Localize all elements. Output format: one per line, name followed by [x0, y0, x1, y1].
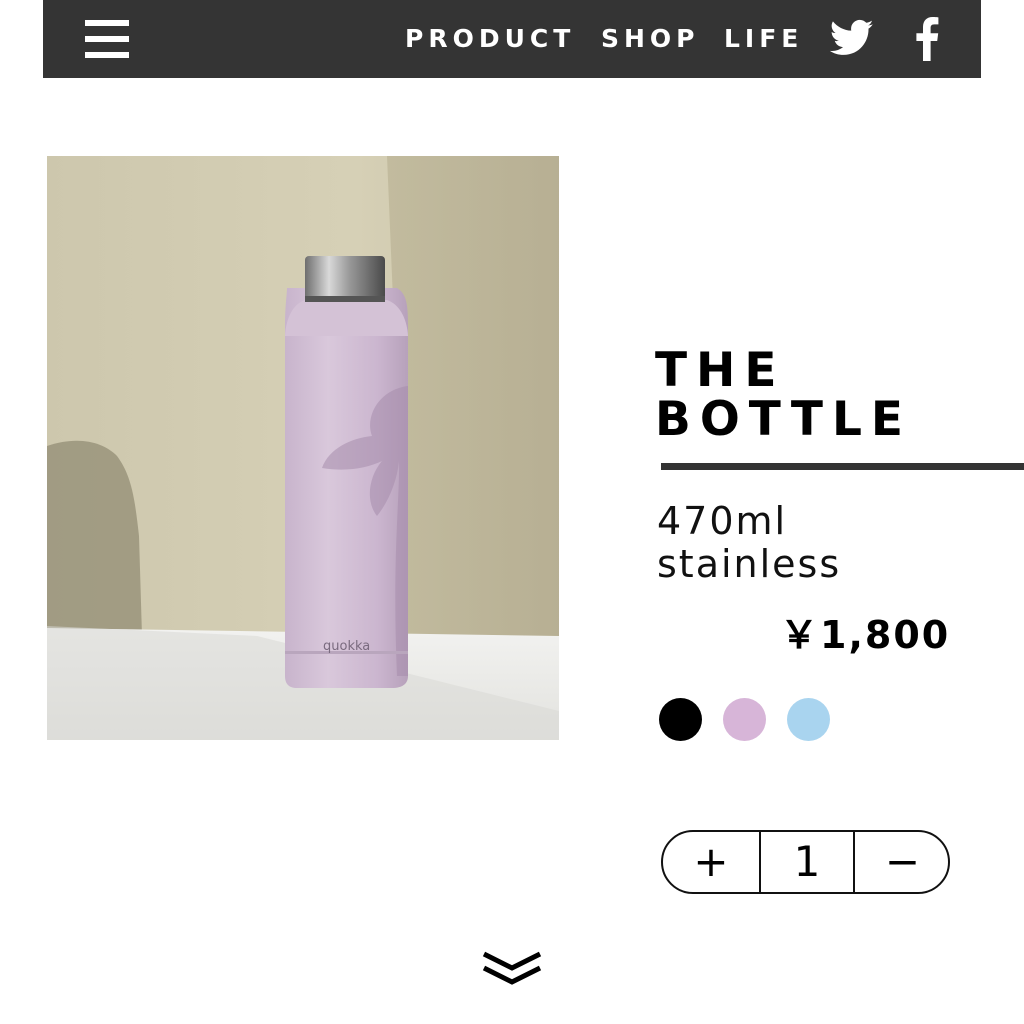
title-line-2: BOTTLE — [655, 392, 913, 447]
color-swatch-lavender[interactable] — [723, 698, 766, 741]
quantity-minus-button[interactable]: − — [855, 832, 948, 892]
quantity-plus-button[interactable]: + — [663, 832, 759, 892]
nav-shop[interactable]: SHOP — [601, 22, 700, 56]
bottle-brand-label: quokka — [323, 639, 370, 654]
double-chevron-down-icon[interactable] — [480, 948, 544, 988]
product-page: PRODUCT SHOP LIFE quokka THE BOTTLE 470m… — [0, 0, 1024, 1024]
quantity-stepper: + 1 − — [661, 830, 950, 894]
color-swatch-light-blue[interactable] — [787, 698, 830, 741]
product-material: stainless — [657, 542, 842, 586]
nav-product[interactable]: PRODUCT — [405, 22, 575, 56]
title-divider — [661, 463, 1024, 470]
title-line-1: THE — [655, 343, 786, 398]
product-description: 470ml stainless — [657, 500, 841, 586]
product-price: ￥1,800 — [780, 613, 951, 657]
product-photo: quokka — [47, 156, 559, 740]
nav-life[interactable]: LIFE — [724, 22, 803, 56]
color-swatch-black[interactable] — [659, 698, 702, 741]
facebook-icon[interactable] — [914, 17, 940, 61]
twitter-icon[interactable] — [830, 18, 874, 58]
product-title: THE BOTTLE — [655, 346, 912, 444]
quantity-value: 1 — [759, 832, 855, 892]
hamburger-menu-icon[interactable] — [85, 20, 129, 60]
product-capacity: 470ml — [657, 499, 788, 543]
header-bar: PRODUCT SHOP LIFE — [43, 0, 981, 78]
